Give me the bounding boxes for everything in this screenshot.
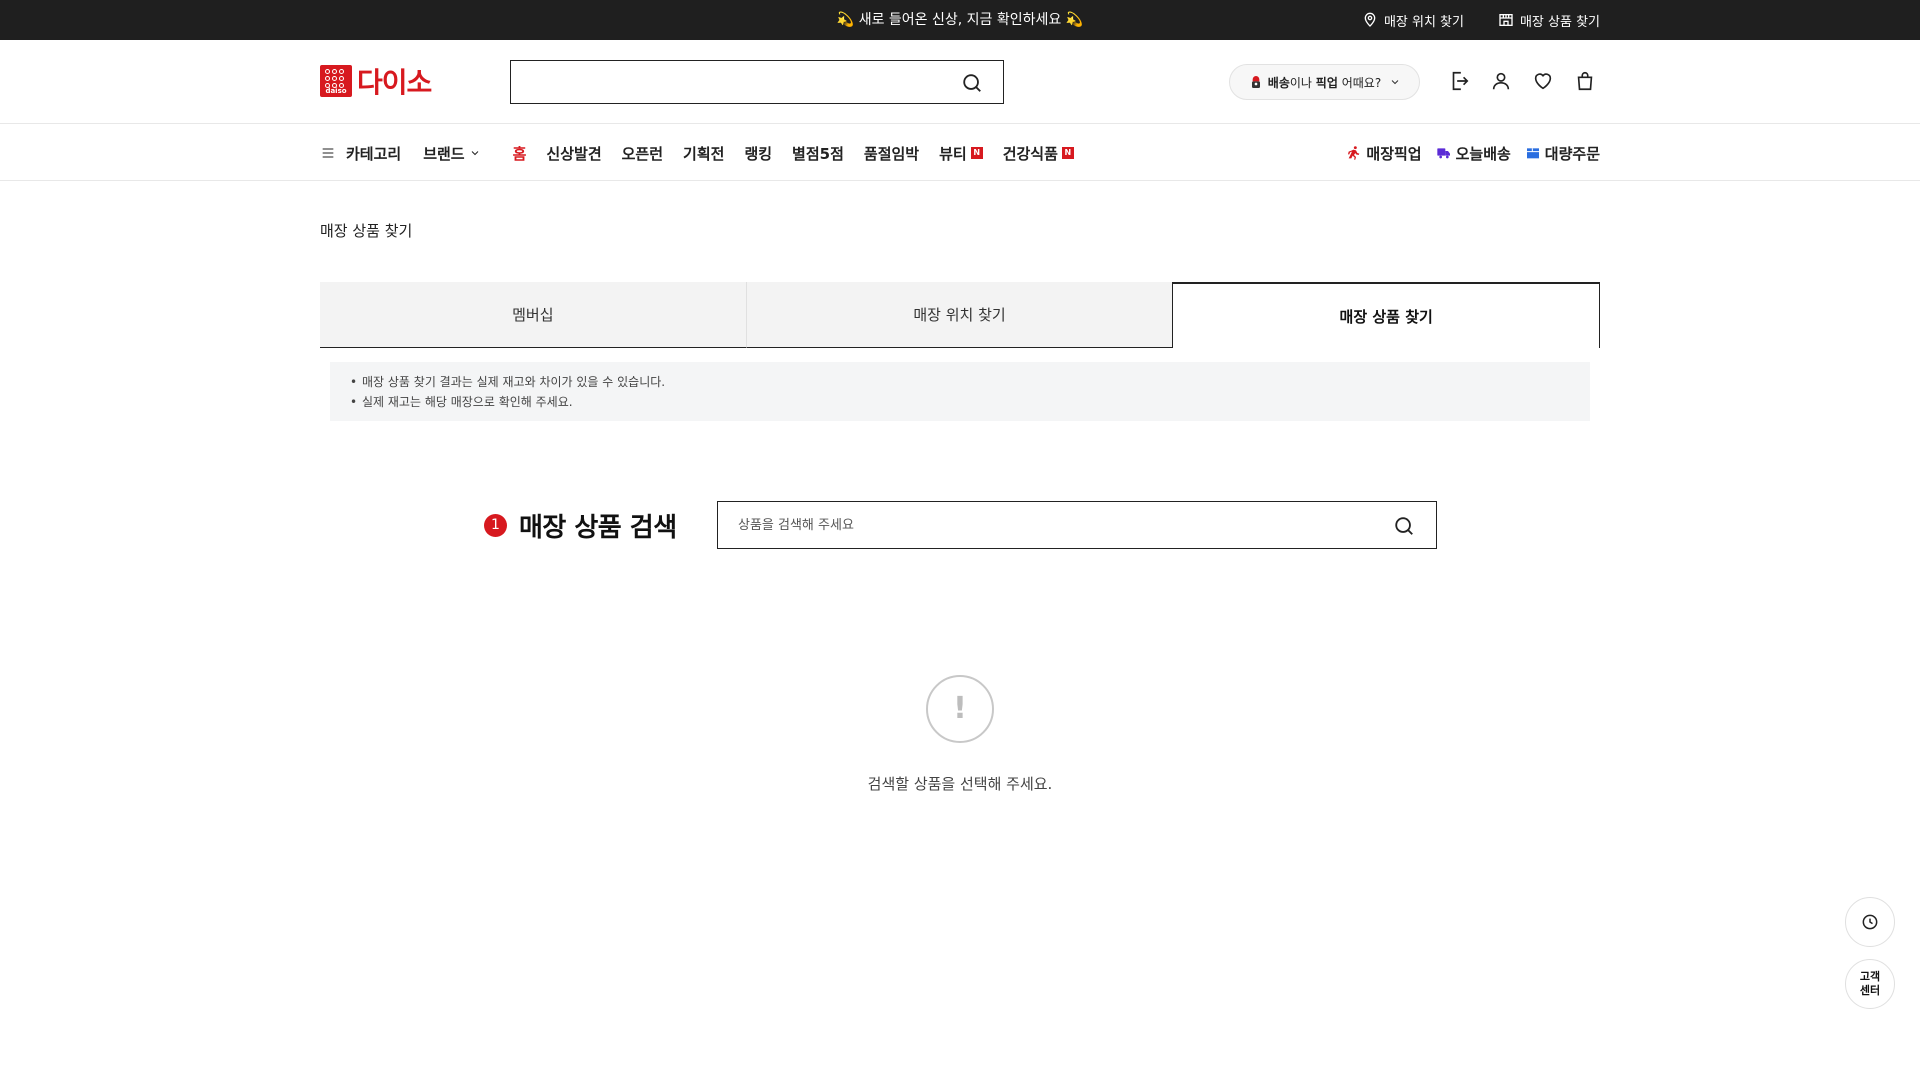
store-product-search-header: 1 매장 상품 검색 [484, 501, 677, 549]
chevron-down-icon [1391, 80, 1399, 85]
box-icon [1526, 148, 1539, 159]
bulk-order-link[interactable]: 대량주문 [1525, 143, 1600, 164]
announcement-text[interactable]: 💫 새로 들어온 신상, 지금 확인하세요 💫 [0, 0, 1920, 40]
new-badge: N [970, 147, 983, 159]
header: daiso 다이소 배송이나 픽업 어때요? [0, 40, 1920, 124]
nav-brand-label: 브랜드 [423, 144, 465, 163]
notice-box: 매장 상품 찾기 결과는 실제 재고와 차이가 있을 수 있습니다. 실제 재고… [330, 362, 1590, 421]
nav-item-almost-sold-out[interactable]: 품절임박 [864, 143, 919, 164]
exclamation-icon: ! [926, 675, 994, 743]
nav-item-beauty[interactable]: 뷰티 N [939, 143, 983, 164]
bag-icon[interactable] [1574, 70, 1596, 92]
empty-state-message: 검색할 상품을 선택해 주세요. [867, 775, 1053, 793]
nav-category-label: 카테고리 [346, 144, 402, 163]
find-store-product-link[interactable]: 매장 상품 찾기 [1498, 11, 1600, 30]
clock-icon [1862, 914, 1878, 930]
service-links: 매장픽업 오늘배송 대량주문 [1346, 125, 1600, 181]
notice-item: 매장 상품 찾기 결과는 실제 재고와 차이가 있을 수 있습니다. [350, 372, 1570, 392]
today-delivery-link[interactable]: 오늘배송 [1436, 143, 1511, 164]
store-pickup-link[interactable]: 매장픽업 [1346, 143, 1422, 164]
recent-history-button[interactable] [1845, 897, 1895, 947]
find-store-product-label: 매장 상품 찾기 [1519, 14, 1600, 30]
nav-item-home[interactable]: 홈 [513, 143, 527, 164]
running-person-icon [1348, 146, 1360, 160]
step-number-badge: 1 [484, 513, 507, 537]
nav-item-new-arrivals[interactable]: 신상발견 [546, 143, 601, 164]
search-icon[interactable] [961, 72, 983, 94]
customer-center-line2: 센터 [1859, 984, 1881, 997]
nav-menu: 카테고리 브랜드 홈 신상발견 오픈런 기획전 랭킹 별점5점 품절임박 뷰티 … [320, 125, 1074, 181]
delivery-pickup-selector[interactable]: 배송이나 픽업 어때요? [1229, 64, 1420, 100]
store-icon [1499, 14, 1513, 26]
logo-text: 다이소 [357, 66, 432, 99]
heart-icon[interactable] [1532, 70, 1554, 92]
tab-membership[interactable]: 멤버십 [320, 282, 746, 348]
store-pickup-label: 매장픽업 [1366, 144, 1422, 163]
main-nav: 카테고리 브랜드 홈 신상발견 오픈런 기획전 랭킹 별점5점 품절임박 뷰티 … [0, 125, 1920, 181]
daiso-logo[interactable]: daiso 다이소 [320, 65, 432, 99]
find-store-location-label: 매장 위치 찾기 [1383, 14, 1464, 30]
page-title: 매장 상품 찾기 [320, 222, 413, 240]
nav-item-promotions[interactable]: 기획전 [683, 143, 724, 164]
delivery-truck-icon [1436, 148, 1450, 159]
delivery-person-icon [1251, 76, 1260, 88]
tab-store-location[interactable]: 매장 위치 찾기 [745, 282, 1173, 348]
product-search-input[interactable] [718, 502, 1436, 548]
product-search-box [717, 501, 1437, 549]
logo-sub-text: daiso [325, 87, 347, 95]
nav-item-beauty-label: 뷰티 [939, 144, 967, 163]
find-store-location-link[interactable]: 매장 위치 찾기 [1362, 11, 1464, 30]
nav-item-five-star[interactable]: 별점5점 [792, 143, 844, 164]
hamburger-menu-icon [322, 148, 334, 158]
delivery-text: 배송이나 픽업 어때요? [1267, 75, 1382, 90]
nav-item-open-run[interactable]: 오픈런 [622, 143, 663, 164]
logo-mark-icon: daiso [320, 65, 352, 97]
map-pin-icon [1364, 12, 1376, 27]
customer-center-button[interactable]: 고객 센터 [1845, 959, 1895, 1009]
nav-item-ranking[interactable]: 랭킹 [744, 143, 772, 164]
logout-icon[interactable] [1448, 70, 1470, 92]
top-links: 매장 위치 찾기 매장 상품 찾기 [1362, 0, 1600, 40]
search-icon[interactable] [1393, 515, 1415, 537]
nav-brand[interactable]: 브랜드 [423, 143, 480, 164]
nav-item-health-food[interactable]: 건강식품 N [1003, 143, 1074, 164]
today-delivery-label: 오늘배송 [1455, 144, 1511, 163]
nav-item-health-food-label: 건강식품 [1002, 144, 1058, 163]
tab-store-product[interactable]: 매장 상품 찾기 [1172, 282, 1601, 348]
nav-category[interactable]: 카테고리 [320, 143, 401, 164]
bulk-order-label: 대량주문 [1544, 144, 1600, 163]
chevron-down-icon [471, 151, 478, 156]
header-search-input[interactable] [510, 60, 1004, 104]
notice-item: 실제 재고는 해당 매장으로 확인해 주세요. [350, 392, 1570, 412]
header-icons [1448, 70, 1596, 92]
user-icon[interactable] [1490, 70, 1512, 92]
tab-bar: 멤버십 매장 위치 찾기 매장 상품 찾기 [320, 282, 1601, 348]
top-announcement-bar: 💫 새로 들어온 신상, 지금 확인하세요 💫 매장 위치 찾기 매장 상품 찾… [0, 0, 1920, 40]
new-badge: N [1061, 147, 1074, 159]
search-section-title: 매장 상품 검색 [519, 512, 677, 543]
customer-center-line1: 고객 [1859, 970, 1881, 983]
